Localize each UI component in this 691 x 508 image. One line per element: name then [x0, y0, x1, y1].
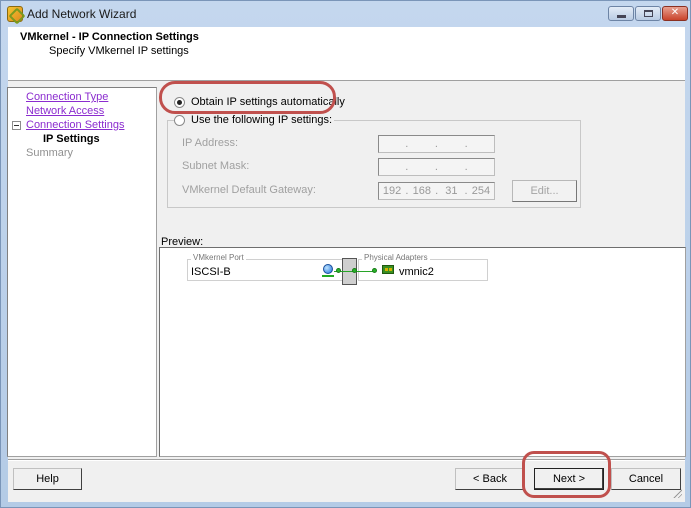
close-button[interactable]: ✕	[662, 6, 688, 21]
octet: 168	[412, 185, 431, 197]
radio-button-unselected[interactable]	[174, 114, 185, 126]
wizard-window: Add Network Wizard ✕ VMkernel - IP Conne…	[0, 0, 691, 508]
globe-icon	[323, 264, 333, 274]
octet-separator: .	[435, 185, 439, 197]
wizard-header: VMkernel - IP Connection Settings Specif…	[8, 27, 685, 81]
connection-dot-icon	[372, 268, 377, 273]
gateway-label: VMkernel Default Gateway:	[182, 184, 316, 196]
connection-dot-icon	[336, 268, 341, 273]
minimize-icon	[617, 15, 626, 18]
octet-separator: .	[405, 138, 409, 150]
wizard-client-area: VMkernel - IP Connection Settings Specif…	[7, 27, 686, 502]
footer-divider	[8, 459, 685, 461]
connection-line	[357, 271, 373, 272]
port-base-icon	[322, 275, 334, 277]
radio-use-following-label: Use the following IP settings:	[191, 114, 333, 126]
radio-obtain-automatically[interactable]: Obtain IP settings automatically	[174, 96, 345, 108]
subnet-mask-label: Subnet Mask:	[182, 160, 250, 172]
page-subtitle: Specify VMkernel IP settings	[49, 45, 189, 57]
ip-settings-panel: Obtain IP settings automatically Use the…	[159, 82, 686, 462]
collapse-icon[interactable]	[12, 121, 21, 130]
physical-adapters-box: Physical Adapters vmnic2	[358, 253, 488, 281]
octet-separator: .	[464, 138, 468, 150]
radio-obtain-automatically-label: Obtain IP settings automatically	[191, 96, 345, 108]
close-icon: ✕	[670, 7, 680, 18]
cancel-button[interactable]: Cancel	[611, 468, 681, 490]
ip-address-input[interactable]: . . .	[378, 135, 495, 153]
title-bar[interactable]: Add Network Wizard ✕	[1, 1, 690, 27]
octet: 31	[445, 185, 458, 197]
octet-separator: .	[434, 161, 438, 173]
ip-address-label: IP Address:	[182, 137, 239, 149]
physical-adapter-name: vmnic2	[399, 266, 434, 278]
edit-gateway-button[interactable]: Edit...	[512, 180, 577, 202]
next-button[interactable]: Next >	[534, 468, 604, 490]
octet-separator: .	[405, 185, 409, 197]
octet: 254	[471, 185, 491, 197]
static-ip-groupbox: Use the following IP settings: IP Addres…	[167, 114, 581, 208]
radio-use-following[interactable]: Use the following IP settings:	[174, 114, 335, 126]
vmkernel-port-legend: VMkernel Port	[191, 253, 246, 262]
octet-separator: .	[464, 185, 468, 197]
subnet-mask-input[interactable]: . . .	[378, 158, 495, 176]
window-title: Add Network Wizard	[27, 7, 137, 21]
gateway-input[interactable]: 192. 168. 31. 254	[378, 182, 495, 200]
network-adapter-icon	[382, 265, 394, 274]
page-title: VMkernel - IP Connection Settings	[20, 31, 199, 43]
maximize-icon	[644, 10, 653, 17]
vmkernel-port-name: ISCSI-B	[191, 266, 231, 278]
physical-adapters-legend: Physical Adapters	[362, 253, 430, 262]
vsphere-app-icon	[7, 6, 23, 22]
nav-step-network-access[interactable]: Network Access	[26, 105, 104, 117]
octet-separator: .	[405, 161, 409, 173]
help-button[interactable]: Help	[13, 468, 82, 490]
octet-separator: .	[464, 161, 468, 173]
nav-step-connection-settings[interactable]: Connection Settings	[26, 119, 124, 131]
maximize-button[interactable]	[635, 6, 661, 21]
nav-step-ip-settings: IP Settings	[43, 133, 100, 145]
nav-step-summary: Summary	[26, 147, 74, 159]
octet-separator: .	[434, 138, 438, 150]
radio-button-selected[interactable]	[174, 96, 185, 108]
nav-step-connection-type[interactable]: Connection Type	[26, 91, 108, 103]
minimize-button[interactable]	[608, 6, 634, 21]
preview-pane: VMkernel Port ISCSI-B Physical Adapters …	[159, 247, 686, 457]
wizard-steps-nav: Connection Type Network Access Connectio…	[7, 87, 157, 457]
octet: 192	[382, 185, 402, 197]
vmkernel-globe-icon	[322, 264, 334, 277]
back-button[interactable]: < Back	[455, 468, 525, 490]
